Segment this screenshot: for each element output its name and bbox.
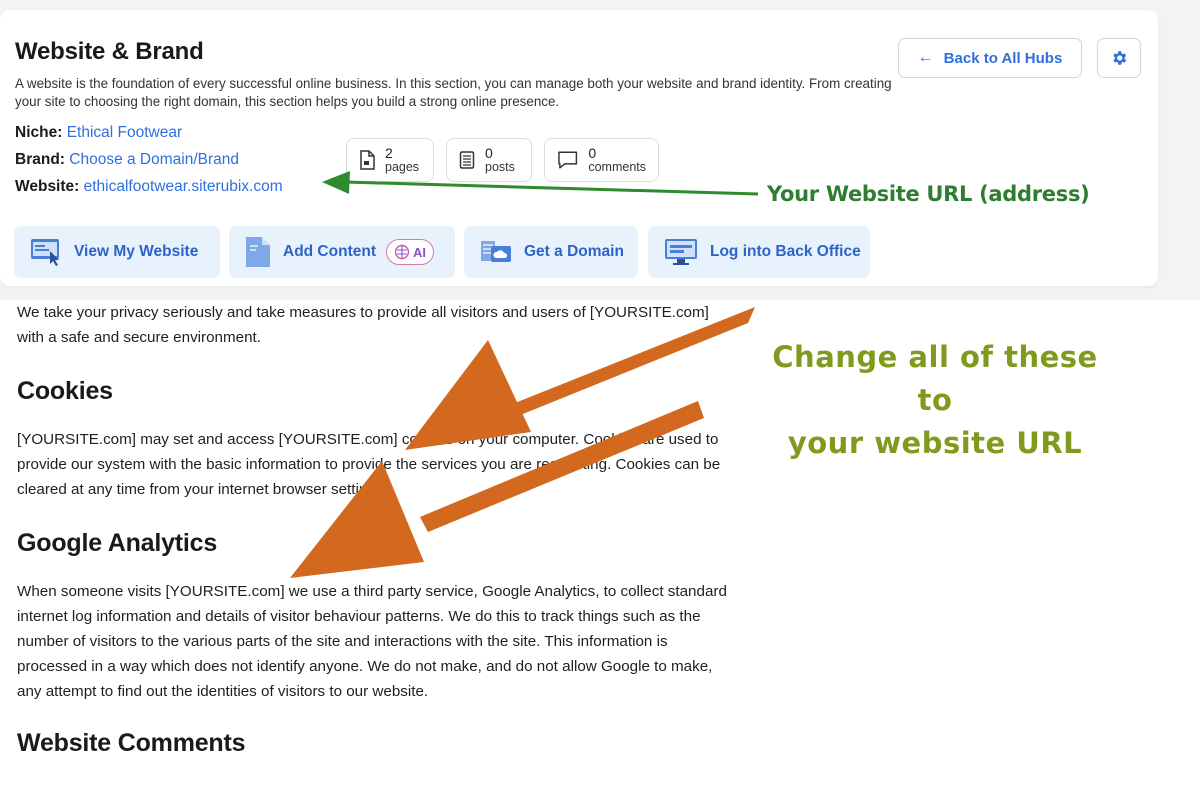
domain-cloud-icon	[481, 241, 511, 262]
ai-label: AI	[412, 244, 426, 260]
google-analytics-text: When someone visits [YOURSITE.com] we us…	[17, 583, 727, 700]
arrow-left-icon: ←	[917, 49, 934, 66]
website-label: Website:	[15, 178, 80, 195]
settings-button[interactable]	[1097, 38, 1141, 78]
pages-count: 2	[385, 145, 393, 161]
google-analytics-heading: Google Analytics	[17, 529, 218, 557]
posts-icon	[459, 151, 475, 169]
niche-row: Niche: Ethical Footwear	[15, 124, 182, 142]
get-a-domain-button[interactable]: Get a Domain	[464, 226, 638, 278]
website-url-link[interactable]: ethicalfootwear.siterubix.com	[84, 178, 283, 195]
comments-count: 0	[588, 145, 597, 161]
cookies-body: [YOURSITE.com] may set and access [YOURS…	[17, 427, 737, 502]
comments-stat[interactable]: 0 comments	[544, 138, 659, 182]
get-a-domain-label: Get a Domain	[524, 243, 624, 260]
privacy-intro: We take your privacy seriously and take …	[17, 300, 737, 350]
brand-row: Brand: Choose a Domain/Brand	[15, 151, 239, 169]
view-my-website-button[interactable]: View My Website	[14, 226, 220, 278]
section-description: A website is the foundation of every suc…	[15, 76, 892, 109]
change-url-callout-line-1: Change all of these to	[772, 340, 1098, 417]
log-into-back-office-button[interactable]: Log into Back Office	[648, 226, 870, 278]
website-brand-card: Website & Brand A website is the foundat…	[0, 10, 1158, 286]
website-url-callout: Your Website URL (address)	[767, 182, 1090, 206]
back-button-label: Back to All Hubs	[943, 49, 1063, 67]
choose-domain-link[interactable]: Choose a Domain/Brand	[69, 151, 239, 168]
niche-label: Niche:	[15, 124, 63, 141]
view-my-website-label: View My Website	[74, 243, 199, 260]
posts-stat[interactable]: 0 posts	[446, 138, 532, 182]
add-content-label: Add Content	[283, 243, 376, 260]
ai-badge: AI	[385, 239, 434, 265]
back-office-monitor-icon	[665, 239, 697, 265]
gear-icon	[1113, 51, 1127, 65]
page-title: Website & Brand	[15, 38, 204, 65]
back-office-label: Log into Back Office	[710, 243, 861, 260]
back-to-all-hubs-button[interactable]: ← Back to All Hubs	[898, 38, 1082, 78]
change-url-callout: Change all of these to your website URL	[750, 336, 1120, 465]
pages-label: pages	[385, 160, 420, 174]
add-content-button[interactable]: Add Content AI	[229, 226, 455, 278]
posts-label: posts	[485, 160, 515, 174]
google-analytics-section: Google Analytics	[17, 529, 737, 558]
google-analytics-body: When someone visits [YOURSITE.com] we us…	[17, 579, 737, 704]
brain-icon	[394, 244, 410, 260]
website-row: Website: ethicalfootwear.siterubix.com	[15, 178, 283, 196]
page-icon	[360, 150, 375, 170]
document-icon	[246, 237, 270, 267]
comment-icon	[558, 151, 578, 169]
change-url-callout-line-2: your website URL	[787, 426, 1083, 460]
website-comments-heading: Website Comments	[17, 729, 246, 757]
cookies-heading: Cookies	[17, 377, 113, 405]
brand-label: Brand:	[15, 151, 65, 168]
cookies-section: Cookies	[17, 377, 737, 406]
niche-link[interactable]: Ethical Footwear	[67, 124, 182, 141]
monitor-cursor-icon	[31, 239, 59, 266]
pages-stat[interactable]: 2 pages	[346, 138, 434, 182]
website-comments-section: Website Comments	[17, 729, 737, 758]
comments-label: comments	[588, 160, 646, 174]
posts-count: 0	[485, 145, 493, 161]
privacy-intro-text: We take your privacy seriously and take …	[17, 304, 709, 346]
cookies-text: [YOURSITE.com] may set and access [YOURS…	[17, 431, 721, 498]
